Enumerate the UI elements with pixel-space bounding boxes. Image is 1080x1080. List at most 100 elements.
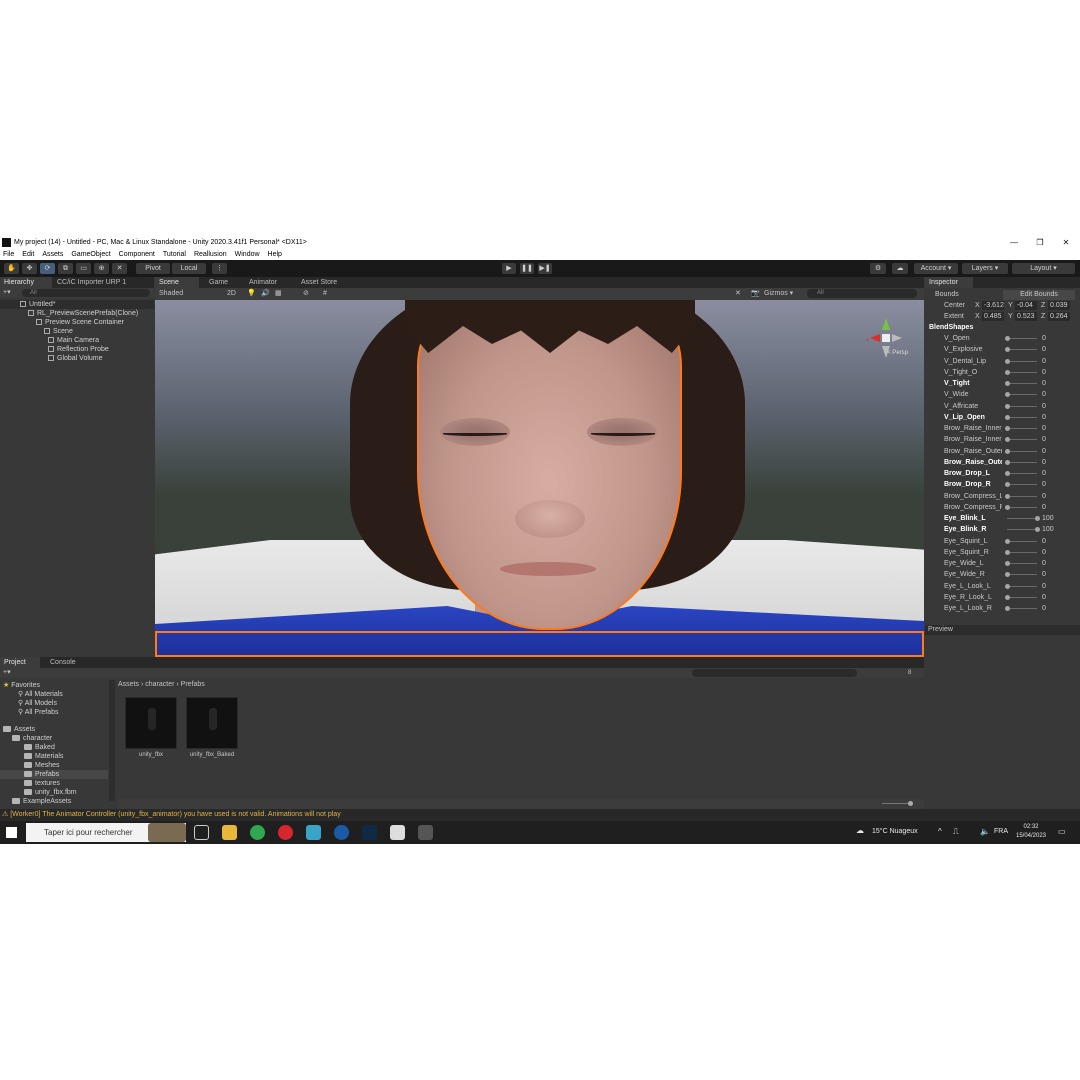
tools-icon[interactable]: ✕ [735,289,741,299]
blendshape-row[interactable]: Eye_Wide_L 0 [925,558,1080,569]
blendshape-row[interactable]: Eye_L_Look_L 0 [925,581,1080,592]
favorite-all-models[interactable]: ⚲ All Models [18,699,57,708]
blendshape-slider[interactable] [1007,540,1037,542]
blendshape-value-field[interactable]: 0 [1042,378,1072,389]
blendshape-value-field[interactable]: 0 [1042,401,1072,412]
blendshape-row[interactable]: Eye_Blink_L 100 [925,513,1080,524]
blendshape-slider-knob[interactable] [1005,572,1010,578]
blendshape-slider[interactable] [1007,428,1037,429]
hierarchy-item-main-camera[interactable]: Main Camera [0,336,154,345]
blendshape-slider[interactable] [1007,518,1037,519]
hierarchy-item-scene-root[interactable]: Untitled* [0,300,154,309]
blendshape-slider-knob[interactable] [1005,358,1010,364]
extent-y-field[interactable]: 0.523 [1015,312,1037,321]
hidden-packages-count[interactable]: 8 [908,668,911,678]
clock[interactable]: 02:32 15/04/2023 [1012,823,1050,841]
perspective-label[interactable]: < Persp [887,350,908,356]
blendshape-value-field[interactable]: 0 [1042,344,1072,355]
blendshape-row[interactable]: V_Dental_Lip 0 [925,356,1080,367]
breadcrumb-assets[interactable]: Assets [118,681,139,688]
minimize-button[interactable]: — [1001,236,1027,249]
rect-tool-icon[interactable]: ▭ [76,263,91,274]
shading-mode-dropdown[interactable]: Shaded [157,289,221,299]
blendshape-slider[interactable] [1007,484,1037,486]
blendshape-value-field[interactable]: 0 [1042,592,1072,603]
extent-z-field[interactable]: 0.264 [1048,312,1070,321]
blendshape-value-field[interactable]: 0 [1042,558,1072,569]
scale-tool-icon[interactable]: ⧉ [58,263,73,274]
tab-game[interactable]: Game [205,277,241,288]
blendshape-row[interactable]: Eye_Squint_L 0 [925,536,1080,547]
language-indicator[interactable]: FRA [994,828,1008,835]
menu-window[interactable]: Window [235,251,260,258]
blendshape-row[interactable]: Eye_R_Look_L 0 [925,592,1080,603]
blendshape-slider-knob[interactable] [1005,561,1010,566]
center-x-field[interactable]: -3.612 [982,301,1004,310]
grid-toggle-icon[interactable]: # [323,289,327,299]
folder-materials[interactable]: Materials [24,752,63,761]
blendshape-row[interactable]: V_Tight_O 0 [925,367,1080,378]
menu-help[interactable]: Help [268,251,282,258]
hierarchy-item-preview-container[interactable]: Preview Scene Container [0,318,154,327]
blendshape-slider-knob[interactable] [1035,527,1040,533]
blendshape-slider-knob[interactable] [1005,336,1010,341]
blendshape-slider-knob[interactable] [1005,392,1010,398]
blendshape-slider[interactable] [1007,405,1037,407]
tab-cc-importer[interactable]: CC/iC Importer URP 1 [53,277,133,288]
blendshape-slider[interactable] [1007,506,1037,508]
blendshape-value-field[interactable]: 0 [1042,603,1072,614]
blendshape-slider-knob[interactable] [1005,448,1010,454]
preview-header[interactable]: Preview [925,625,1080,635]
add-icon[interactable]: +▾ [3,288,11,298]
blendshape-row[interactable]: V_Tight 0 [925,378,1080,389]
blendshape-slider-knob[interactable] [1005,381,1010,386]
asset-unity-fbx[interactable]: unity_fbx [125,697,177,758]
blendshape-slider[interactable] [1007,563,1037,564]
custom-tool-icon[interactable]: ✕ [112,263,127,274]
2d-toggle[interactable]: 2D [227,289,236,299]
blendshape-slider-knob[interactable] [1005,538,1010,544]
blendshape-value-field[interactable]: 0 [1042,446,1072,457]
hand-tool-icon[interactable]: ✋ [4,263,19,274]
maya-icon[interactable] [306,825,321,840]
blendshape-slider[interactable] [1007,473,1037,474]
restore-button[interactable]: ❐ [1027,236,1053,249]
tab-inspector[interactable]: Inspector [925,277,973,288]
layout-dropdown[interactable]: Layout ▾ [1012,263,1075,274]
blendshape-value-field[interactable]: 0 [1042,434,1072,445]
pause-button[interactable]: ❚❚ [520,263,534,274]
blendshape-slider-knob[interactable] [1005,482,1010,488]
light-toggle-icon[interactable]: 💡 [247,289,256,299]
center-y-field[interactable]: -0.04 [1015,301,1037,310]
blendshape-value-field[interactable]: 0 [1042,502,1072,513]
blendshape-value-field[interactable]: 0 [1042,581,1072,592]
blendshape-row[interactable]: V_Explosive 0 [925,344,1080,355]
scene-search-input[interactable]: All [807,289,917,298]
blendshape-value-field[interactable]: 0 [1042,333,1072,344]
hierarchy-item-reflection-probe[interactable]: Reflection Probe [0,345,154,354]
blendshape-slider[interactable] [1007,338,1037,339]
blendshape-slider[interactable] [1007,371,1037,373]
blendshape-row[interactable]: V_Open 0 [925,333,1080,344]
blendshape-value-field[interactable]: 0 [1042,479,1072,490]
favorites-header[interactable]: ★ Favorites [3,681,40,690]
blendshape-slider-knob[interactable] [1005,369,1010,375]
blendshape-slider[interactable] [1007,574,1037,576]
blendshape-value-field[interactable]: 0 [1042,356,1072,367]
folder-textures[interactable]: textures [24,779,60,788]
folder-prefabs[interactable]: Prefabs [0,770,108,779]
close-button[interactable]: ✕ [1053,236,1079,249]
blendshape-value-field[interactable]: 100 [1042,524,1072,535]
tab-console[interactable]: Console [46,657,86,668]
scene-viewport[interactable]: x < Persp [155,300,924,657]
transform-tool-icon[interactable]: ⊕ [94,263,109,274]
blendshape-slider-knob[interactable] [1005,471,1010,476]
notifications-icon[interactable]: ▭ [1058,827,1066,836]
blendshape-slider[interactable] [1007,461,1037,463]
blendshape-value-field[interactable]: 100 [1042,513,1072,524]
favorite-all-prefabs[interactable]: ⚲ All Prefabs [18,708,59,717]
blendshape-slider[interactable] [1007,608,1037,609]
blendshape-slider[interactable] [1007,585,1037,587]
folder-baked[interactable]: Baked [24,743,55,752]
rotate-tool-icon[interactable]: ⟳ [40,263,55,274]
